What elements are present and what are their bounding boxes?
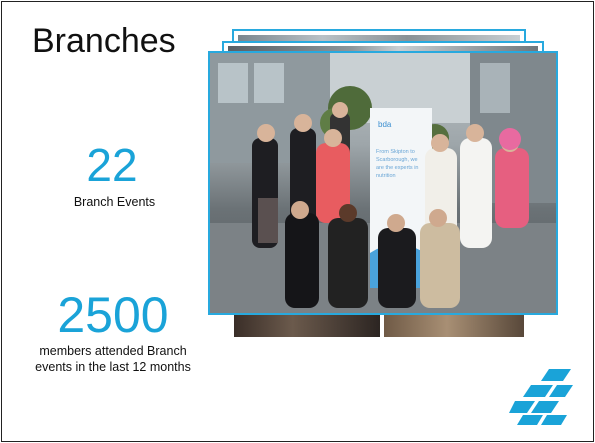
banner-line-3: are the experts in [376, 165, 419, 171]
group-photo: bda From Skipton to Scarborough, we are … [208, 51, 558, 315]
members-attended-count: 2500 [57, 287, 169, 343]
members-attended-label: members attended Branch events in the la… [2, 344, 224, 375]
slide-title: Branches [32, 22, 176, 60]
group-photo-illustration: bda From Skipton to Scarborough, we are … [210, 53, 556, 313]
members-attended-label-line1: members attended Branch [39, 344, 187, 358]
members-attended-label-line2: events in the last 12 months [35, 359, 191, 374]
branch-events-count: 22 [86, 139, 138, 191]
banner-brand: bda [378, 120, 392, 129]
bottom-photo-strip [234, 315, 524, 337]
branch-events-label: Branch Events [73, 195, 156, 209]
banner-line-1: From Skipton to [376, 149, 415, 155]
bda-logo-icon [509, 369, 573, 425]
bottom-photo-left [234, 315, 380, 337]
photo-collage: bda From Skipton to Scarborough, we are … [202, 27, 562, 342]
banner-line-2: Scarborough, we [376, 157, 418, 163]
slide: Branches 22 Branch Events 2500 members a… [1, 1, 594, 442]
banner-line-4: nutrition [376, 173, 396, 179]
bottom-photo-right [384, 315, 524, 337]
